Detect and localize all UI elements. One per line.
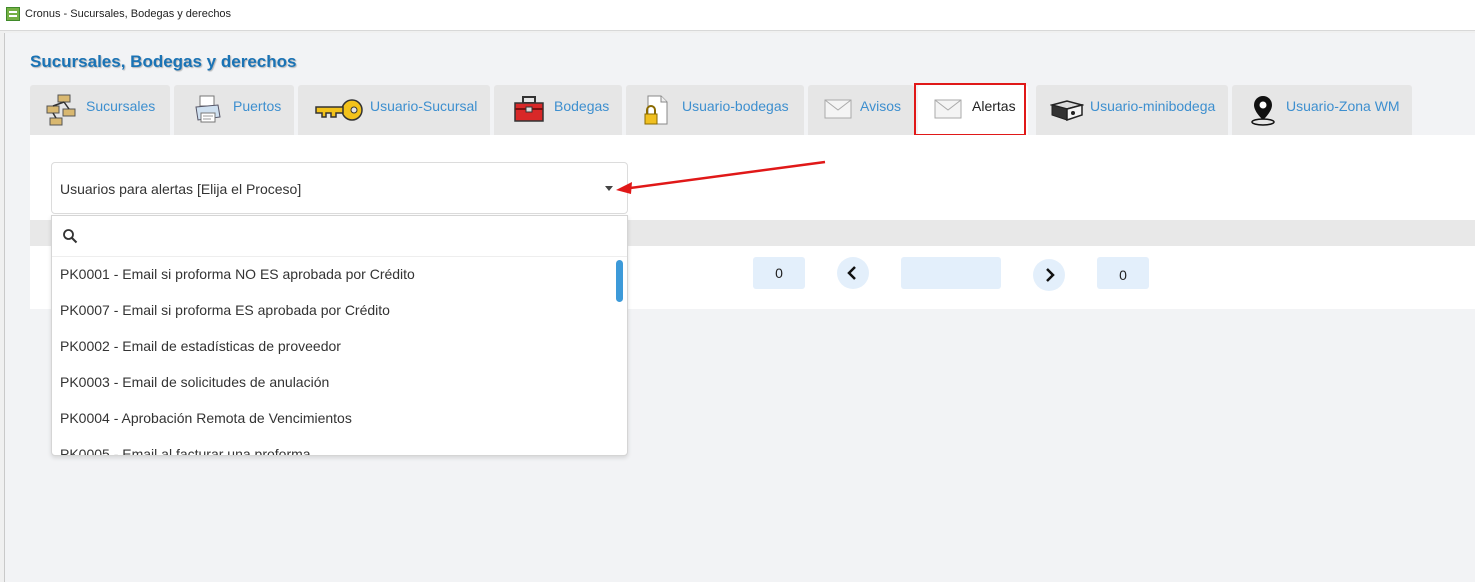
tab-label: Bodegas [554,98,610,114]
tab-label: Avisos [860,98,901,114]
next-page-button[interactable] [1033,259,1065,291]
dropdown-option[interactable]: PK0003 - Email de solicitudes de anulaci… [60,374,329,390]
tab-sucursales[interactable]: Sucursales [30,85,170,135]
tab-usuario-bodegas[interactable]: Usuario-bodegas [626,85,804,135]
pager-current-page[interactable] [901,257,1001,289]
prev-page-button[interactable] [837,257,869,289]
tab-label: Alertas [972,98,1016,114]
envelope-icon [824,99,852,119]
tab-bar: Sucursales Puertos Usuario-Sucursal Bode… [30,85,1412,135]
tab-bodegas[interactable]: Bodegas [494,85,622,135]
tab-label: Usuario-Sucursal [370,98,478,114]
tab-label: Usuario-Zona WM [1286,98,1400,114]
app-icon [6,7,20,21]
dropdown-option[interactable]: PK0002 - Email de estadísticas de provee… [60,338,341,354]
tab-usuario-minibodega[interactable]: Usuario-minibodega [1036,85,1228,135]
map-pin-icon [1251,96,1275,126]
dropdown-scrollbar[interactable] [616,260,623,302]
search-icon [63,229,78,244]
window-titlebar: Cronus - Sucursales, Bodegas y derechos [0,0,1475,31]
pager-first-count: 0 [753,257,805,289]
tab-puertos[interactable]: Puertos [174,85,294,135]
locked-document-icon [644,95,668,125]
chevron-left-icon [847,266,856,280]
tab-label: Usuario-bodegas [682,98,789,114]
tab-usuario-sucursal[interactable]: Usuario-Sucursal [298,85,490,135]
process-select-label: Usuarios para alertas [Elija el Proceso] [60,181,302,197]
tab-usuario-zona-wm[interactable]: Usuario-Zona WM [1232,85,1412,135]
toolbox-icon [514,96,544,122]
page-title: Sucursales, Bodegas y derechos [30,52,297,71]
process-dropdown: PK0001 - Email si proforma NO ES aprobad… [51,215,628,456]
tab-alertas[interactable]: Alertas [918,85,1028,135]
dropdown-option[interactable]: PK0004 - Aprobación Remota de Vencimient… [60,410,352,426]
process-select[interactable]: Usuarios para alertas [Elija el Proceso] [51,162,628,214]
chevron-down-icon[interactable] [605,186,613,191]
dropdown-search[interactable] [52,216,627,257]
key-icon [315,99,363,121]
envelope-icon [934,99,962,119]
tab-label: Usuario-minibodega [1090,98,1216,114]
dropdown-option[interactable]: PK0005 - Email al facturar una proforma [60,446,311,455]
tab-label: Puertos [233,98,282,114]
network-icon [46,94,76,126]
chevron-right-icon [1046,268,1055,282]
printer-icon [195,95,221,123]
box-icon [1050,100,1084,121]
tab-avisos[interactable]: Avisos [808,85,914,135]
pager-last-count: 0 [1097,257,1149,289]
tab-label: Sucursales [86,98,156,114]
dropdown-option[interactable]: PK0001 - Email si proforma NO ES aprobad… [60,266,415,282]
dropdown-option[interactable]: PK0007 - Email si proforma ES aprobada p… [60,302,390,318]
window-title: Cronus - Sucursales, Bodegas y derechos [25,8,232,20]
